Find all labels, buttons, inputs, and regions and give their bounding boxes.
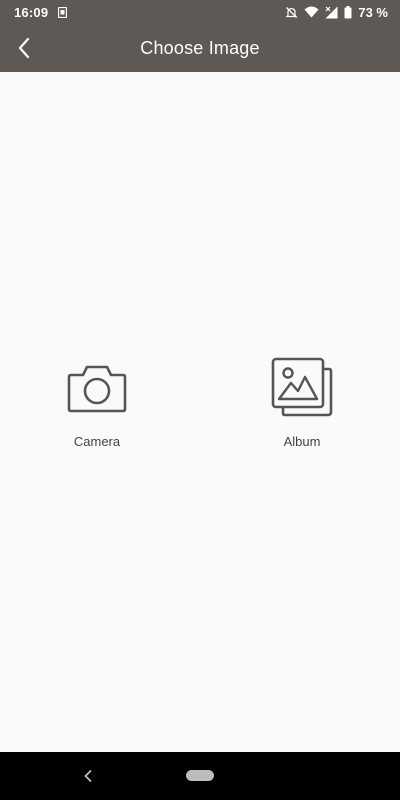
- camera-option[interactable]: Camera: [37, 360, 157, 449]
- screen: 16:09 73 % Choose Image Camera Album: [0, 0, 400, 800]
- home-pill-icon[interactable]: [186, 770, 214, 781]
- status-left: 16:09: [14, 4, 68, 20]
- app-bar: Choose Image: [0, 24, 400, 72]
- album-label: Album: [283, 434, 321, 449]
- album-option[interactable]: Album: [242, 357, 362, 449]
- system-nav-bar: [0, 752, 400, 800]
- chevron-left-icon: [17, 37, 31, 59]
- wifi-icon: [304, 6, 319, 18]
- status-right: 73 %: [285, 5, 388, 20]
- battery-percent: 73 %: [358, 4, 388, 20]
- cell-signal-icon: [325, 6, 338, 19]
- status-bar: 16:09 73 %: [0, 0, 400, 24]
- camera-icon: [66, 360, 128, 418]
- sim-card-icon: [58, 6, 68, 18]
- nav-back-icon: [84, 770, 92, 782]
- status-time: 16:09: [14, 4, 49, 20]
- camera-label: Camera: [73, 434, 121, 449]
- back-button[interactable]: [6, 30, 42, 66]
- battery-icon: [344, 5, 352, 19]
- mute-icon: [285, 6, 298, 19]
- page-title: Choose Image: [140, 37, 260, 58]
- nav-back-button[interactable]: [78, 766, 98, 786]
- album-icon: [271, 357, 333, 417]
